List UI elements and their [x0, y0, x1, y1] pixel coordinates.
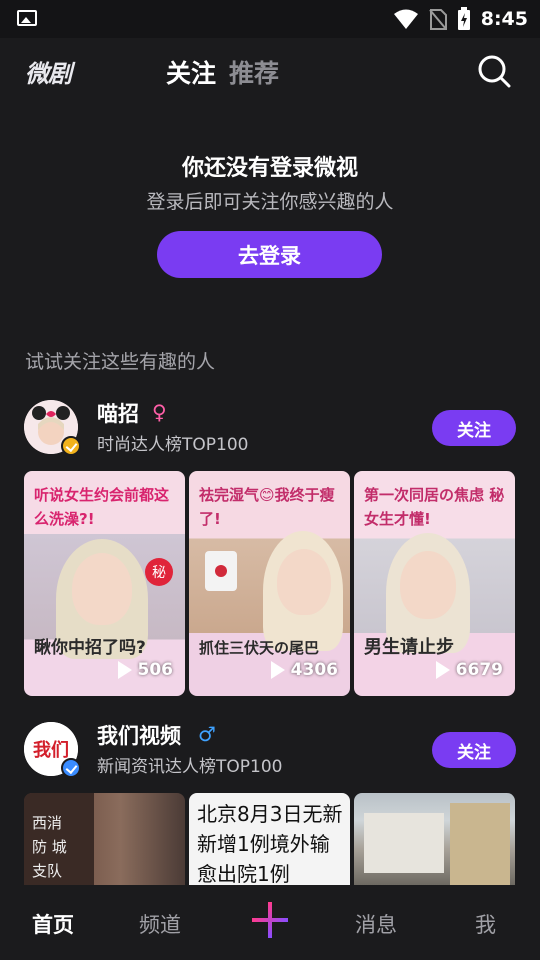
video-thumbnail[interactable]: 秘 听说女生约会前都这么洗澡?! 瞅你中招了吗? 506 [24, 471, 185, 696]
creator-name[interactable]: 喵招 [97, 398, 139, 428]
search-icon[interactable] [477, 54, 511, 88]
video-thumbnail[interactable]: 祛完湿气😊我终于瘦了! 抓住三伏天の尾巴 4306 [189, 471, 350, 696]
nav-messages[interactable]: 消息 [355, 909, 397, 939]
male-icon: ♂ [198, 722, 216, 746]
gallery-notification-icon [17, 10, 37, 26]
nav-channel[interactable]: 频道 [139, 909, 181, 939]
video-caption: 西消防 城支队 [32, 814, 67, 880]
female-icon: ♀ [152, 400, 167, 424]
video-thumbnail[interactable]: 北京8月3日无新 新增1例境外输 愈出院1例 [189, 793, 350, 885]
video-thumbnail[interactable] [354, 793, 515, 885]
login-prompt-title: 你还没有登录微视 [181, 156, 358, 181]
no-sim-icon [428, 9, 447, 30]
video-thumbnail[interactable]: 西消防 城支队 [24, 793, 185, 885]
creator-name[interactable]: 我们视频 [97, 720, 181, 750]
video-caption-bottom: 男生请止步 [364, 637, 454, 658]
video-thumbnail[interactable]: 第一次同居の焦虑 秘女生才懂! 男生请止步 6679 [354, 471, 515, 696]
battery-charging-icon [457, 7, 470, 30]
video-caption-top: 第一次同居の焦虑 秘女生才懂! [364, 486, 505, 528]
status-bar: 8:45 [0, 0, 540, 38]
creator-row: 我们 我们视频 ♂ 新闻资讯达人榜TOP100 关注 [0, 720, 540, 780]
app-logo: 微剧 [25, 60, 72, 88]
bottom-nav: 首页 频道 消息 我 [0, 885, 540, 960]
avatar[interactable]: 我们 [24, 722, 81, 778]
wifi-icon [393, 9, 418, 29]
verified-badge-icon [61, 758, 81, 778]
avatar-logo-text: 我们 [33, 740, 69, 761]
video-caption-bottom: 抓住三伏天の尾巴 [199, 639, 320, 657]
create-plus-icon[interactable] [252, 902, 288, 938]
video-caption-top: 听说女生约会前都这么洗澡?! [34, 486, 170, 528]
login-prompt-subtitle: 登录后即可关注你感兴趣的人 [146, 191, 394, 213]
play-count: 506 [117, 660, 173, 680]
creator-description: 新闻资讯达人榜TOP100 [97, 757, 283, 777]
play-count: 4306 [270, 660, 338, 680]
creator-description: 时尚达人榜TOP100 [97, 435, 249, 455]
top-header: 微剧 关注 推荐 [0, 38, 540, 102]
tab-recommend[interactable]: 推荐 [229, 54, 279, 90]
svg-text:秘: 秘 [152, 565, 166, 581]
video-list: 秘 听说女生约会前都这么洗澡?! 瞅你中招了吗? 506 祛完湿气😊我终于瘦了!… [24, 471, 516, 696]
follow-button[interactable]: 关注 [432, 410, 516, 446]
nav-home[interactable]: 首页 [32, 909, 74, 939]
avatar[interactable] [24, 400, 81, 456]
play-icon [435, 661, 450, 679]
video-list: 西消防 城支队 北京8月3日无新 新增1例境外输 愈出院1例 [24, 793, 516, 885]
play-icon [117, 661, 132, 679]
nav-me[interactable]: 我 [475, 909, 496, 939]
suggestions-title: 试试关注这些有趣的人 [25, 351, 216, 373]
login-button[interactable]: 去登录 [157, 231, 382, 278]
video-caption: 北京8月3日无新 新增1例境外输 愈出院1例 [197, 802, 343, 885]
follow-button[interactable]: 关注 [432, 732, 516, 768]
creator-row: 喵招 ♀ 时尚达人榜TOP100 关注 [0, 398, 540, 458]
play-count: 6679 [435, 660, 503, 680]
video-caption-top: 祛完湿气😊我终于瘦了! [199, 486, 335, 528]
video-caption-bottom: 瞅你中招了吗? [34, 638, 146, 658]
clock-time: 8:45 [480, 8, 528, 30]
tab-follow[interactable]: 关注 [166, 54, 216, 90]
play-icon [270, 661, 285, 679]
verified-badge-icon [61, 436, 81, 456]
